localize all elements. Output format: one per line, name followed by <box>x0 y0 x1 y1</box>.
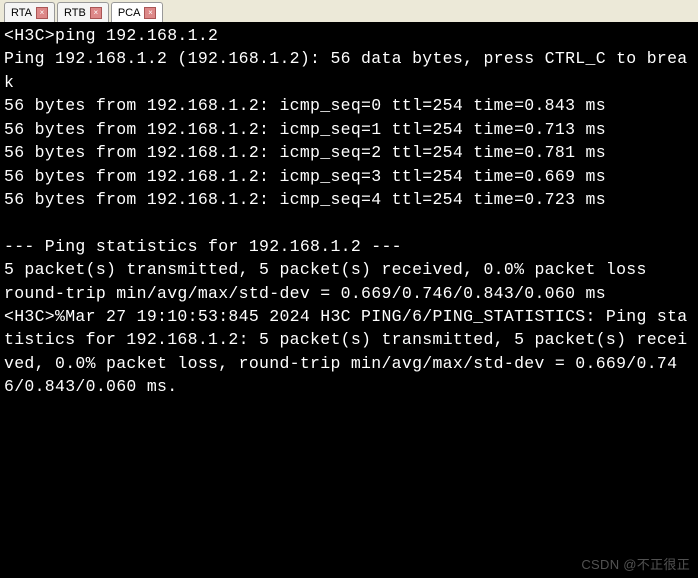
close-icon[interactable]: × <box>90 7 102 19</box>
tab-pca[interactable]: PCA × <box>111 2 164 22</box>
tab-label: PCA <box>118 7 141 19</box>
tab-bar: RTA × RTB × PCA × <box>0 0 698 22</box>
close-icon[interactable]: × <box>36 7 48 19</box>
tab-label: RTA <box>11 7 32 19</box>
tab-rtb[interactable]: RTB × <box>57 2 109 22</box>
close-icon[interactable]: × <box>144 7 156 19</box>
tab-label: RTB <box>64 7 86 19</box>
watermark: CSDN @不正很正 <box>581 556 690 574</box>
terminal-output[interactable]: <H3C>ping 192.168.1.2 Ping 192.168.1.2 (… <box>0 22 698 578</box>
tab-rta[interactable]: RTA × <box>4 2 55 22</box>
